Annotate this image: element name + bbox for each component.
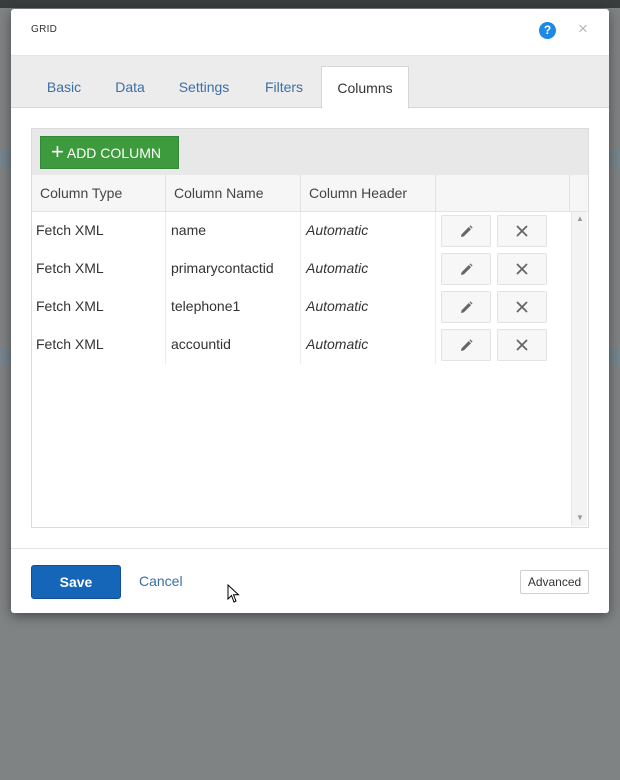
grid-scrollbar[interactable]: ▲ ▼: [571, 212, 587, 526]
delete-button[interactable]: [497, 253, 547, 285]
x-icon: [516, 225, 528, 237]
tab-bar: Basic Data Settings Filters Columns: [11, 56, 609, 109]
edit-button[interactable]: [441, 253, 491, 285]
cancel-link[interactable]: Cancel: [139, 573, 183, 589]
header-column-type[interactable]: Column Type: [32, 175, 166, 212]
columns-grid: + ADD COLUMN Column Type Column Name Col…: [31, 128, 589, 528]
cell-column-type: Fetch XML: [32, 288, 166, 326]
table-row: Fetch XML accountid Automatic: [32, 326, 570, 364]
columns-tab-content: + ADD COLUMN Column Type Column Name Col…: [11, 108, 609, 548]
table-row: Fetch XML telephone1 Automatic: [32, 288, 570, 326]
mouse-cursor-icon: [227, 584, 240, 603]
cell-column-header: Automatic: [301, 212, 436, 250]
edit-button[interactable]: [441, 215, 491, 247]
table-row: Fetch XML name Automatic: [32, 212, 570, 250]
cell-column-header: Automatic: [301, 326, 436, 364]
plus-icon: +: [51, 138, 64, 164]
pencil-icon: [460, 338, 473, 351]
cell-column-header: Automatic: [301, 288, 436, 326]
cell-column-name: accountid: [166, 326, 301, 364]
header-column-name[interactable]: Column Name: [166, 175, 301, 212]
edit-button[interactable]: [441, 291, 491, 323]
dialog-title: GRID: [31, 24, 58, 35]
pencil-icon: [460, 262, 473, 275]
background-topbar: [0, 0, 620, 8]
tab-filters[interactable]: Filters: [254, 66, 314, 108]
scroll-up-icon[interactable]: ▲: [575, 214, 585, 224]
scroll-down-icon[interactable]: ▼: [575, 513, 585, 523]
table-row: Fetch XML primarycontactid Automatic: [32, 250, 570, 288]
pencil-icon: [460, 300, 473, 313]
grid-dialog: GRID ? × Basic Data Settings Filters Col…: [11, 9, 609, 613]
x-icon: [516, 339, 528, 351]
dialog-header: GRID ? ×: [11, 9, 609, 56]
x-icon: [516, 301, 528, 313]
cell-column-name: primarycontactid: [166, 250, 301, 288]
delete-button[interactable]: [497, 329, 547, 361]
save-button[interactable]: Save: [31, 565, 121, 599]
tab-data[interactable]: Data: [105, 66, 155, 108]
header-column-header[interactable]: Column Header: [301, 175, 436, 212]
cell-column-type: Fetch XML: [32, 250, 166, 288]
cell-column-header: Automatic: [301, 250, 436, 288]
help-icon[interactable]: ?: [539, 22, 556, 39]
edit-button[interactable]: [441, 329, 491, 361]
cell-column-type: Fetch XML: [32, 212, 166, 250]
add-column-label: ADD COLUMN: [66, 144, 161, 161]
x-icon: [516, 263, 528, 275]
grid-header-row: Column Type Column Name Column Header: [32, 175, 588, 212]
close-icon[interactable]: ×: [576, 20, 590, 38]
delete-button[interactable]: [497, 215, 547, 247]
grid-body: Fetch XML name Automatic Fetch XML prima…: [32, 212, 570, 526]
header-actions: [436, 175, 570, 212]
cell-column-type: Fetch XML: [32, 326, 166, 364]
grid-toolbar: + ADD COLUMN: [32, 129, 588, 175]
tab-settings[interactable]: Settings: [169, 66, 239, 108]
cell-column-name: telephone1: [166, 288, 301, 326]
cell-column-name: name: [166, 212, 301, 250]
add-column-button[interactable]: + ADD COLUMN: [40, 136, 179, 169]
tab-columns[interactable]: Columns: [321, 66, 409, 109]
tab-basic[interactable]: Basic: [35, 66, 93, 108]
pencil-icon: [460, 224, 473, 237]
dialog-footer: Save Cancel Advanced: [11, 548, 609, 613]
advanced-button[interactable]: Advanced: [520, 570, 589, 594]
delete-button[interactable]: [497, 291, 547, 323]
